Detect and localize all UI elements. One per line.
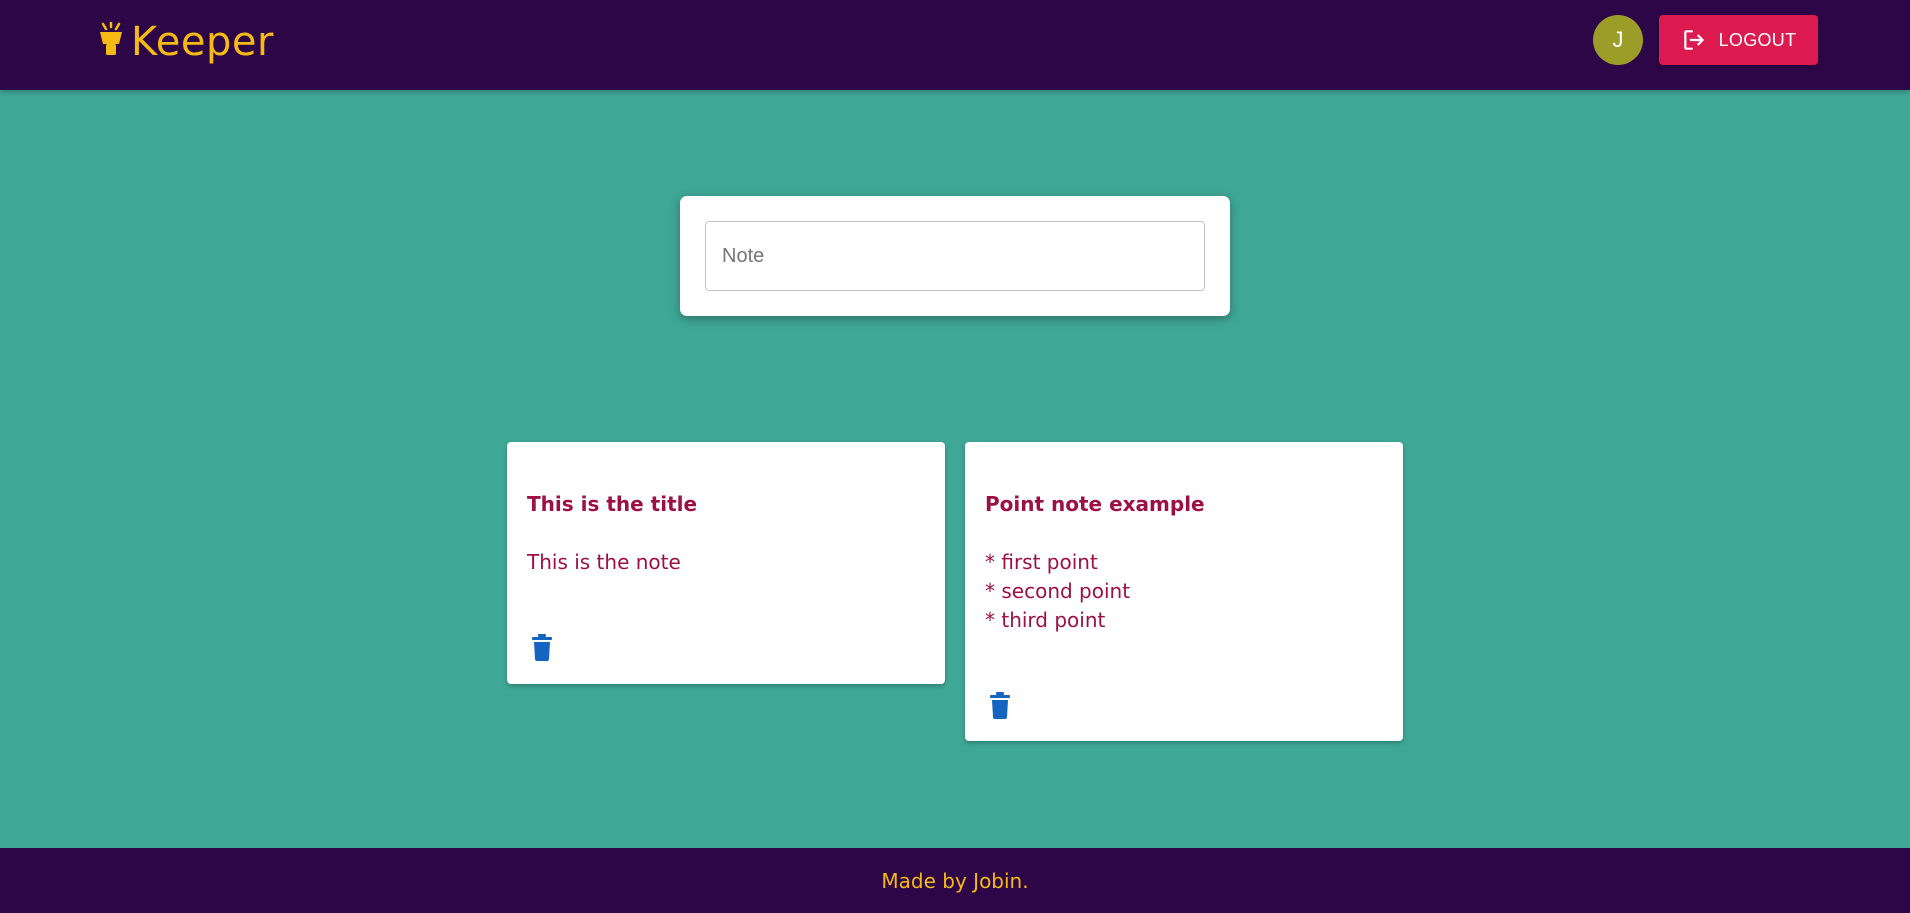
note-card: This is the title This is the note bbox=[507, 442, 945, 684]
brand-name: Keeper bbox=[131, 19, 274, 65]
trash-icon bbox=[532, 634, 552, 661]
note-card: Point note example * first point * secon… bbox=[965, 442, 1403, 741]
note-line: This is the note bbox=[527, 550, 681, 574]
logout-button[interactable]: LOGOUT bbox=[1659, 15, 1818, 65]
trash-icon bbox=[990, 692, 1010, 719]
app-header: Keeper J LOGOUT bbox=[0, 0, 1910, 90]
note-content: * first point * second point * third poi… bbox=[985, 548, 1130, 635]
delete-note-button[interactable] bbox=[527, 632, 557, 662]
delete-note-button[interactable] bbox=[985, 690, 1015, 720]
lightbulb-icon bbox=[100, 22, 122, 55]
avatar-initial: J bbox=[1612, 27, 1624, 52]
create-note-form bbox=[680, 196, 1230, 316]
note-input[interactable] bbox=[705, 221, 1205, 291]
app-footer: Made by Jobin. bbox=[0, 848, 1910, 913]
note-title: This is the title bbox=[527, 492, 698, 516]
note-content: This is the note bbox=[527, 548, 681, 577]
note-line: * second point bbox=[985, 579, 1131, 603]
brand-logo[interactable]: Keeper bbox=[97, 17, 274, 67]
note-line: * first point bbox=[985, 550, 1098, 574]
logout-icon bbox=[1683, 30, 1704, 50]
logout-label: LOGOUT bbox=[1718, 29, 1797, 50]
user-avatar[interactable]: J bbox=[1593, 15, 1643, 65]
footer-credit: Made by Jobin. bbox=[881, 868, 1029, 893]
note-title: Point note example bbox=[985, 492, 1205, 516]
note-line: * third point bbox=[985, 608, 1106, 632]
